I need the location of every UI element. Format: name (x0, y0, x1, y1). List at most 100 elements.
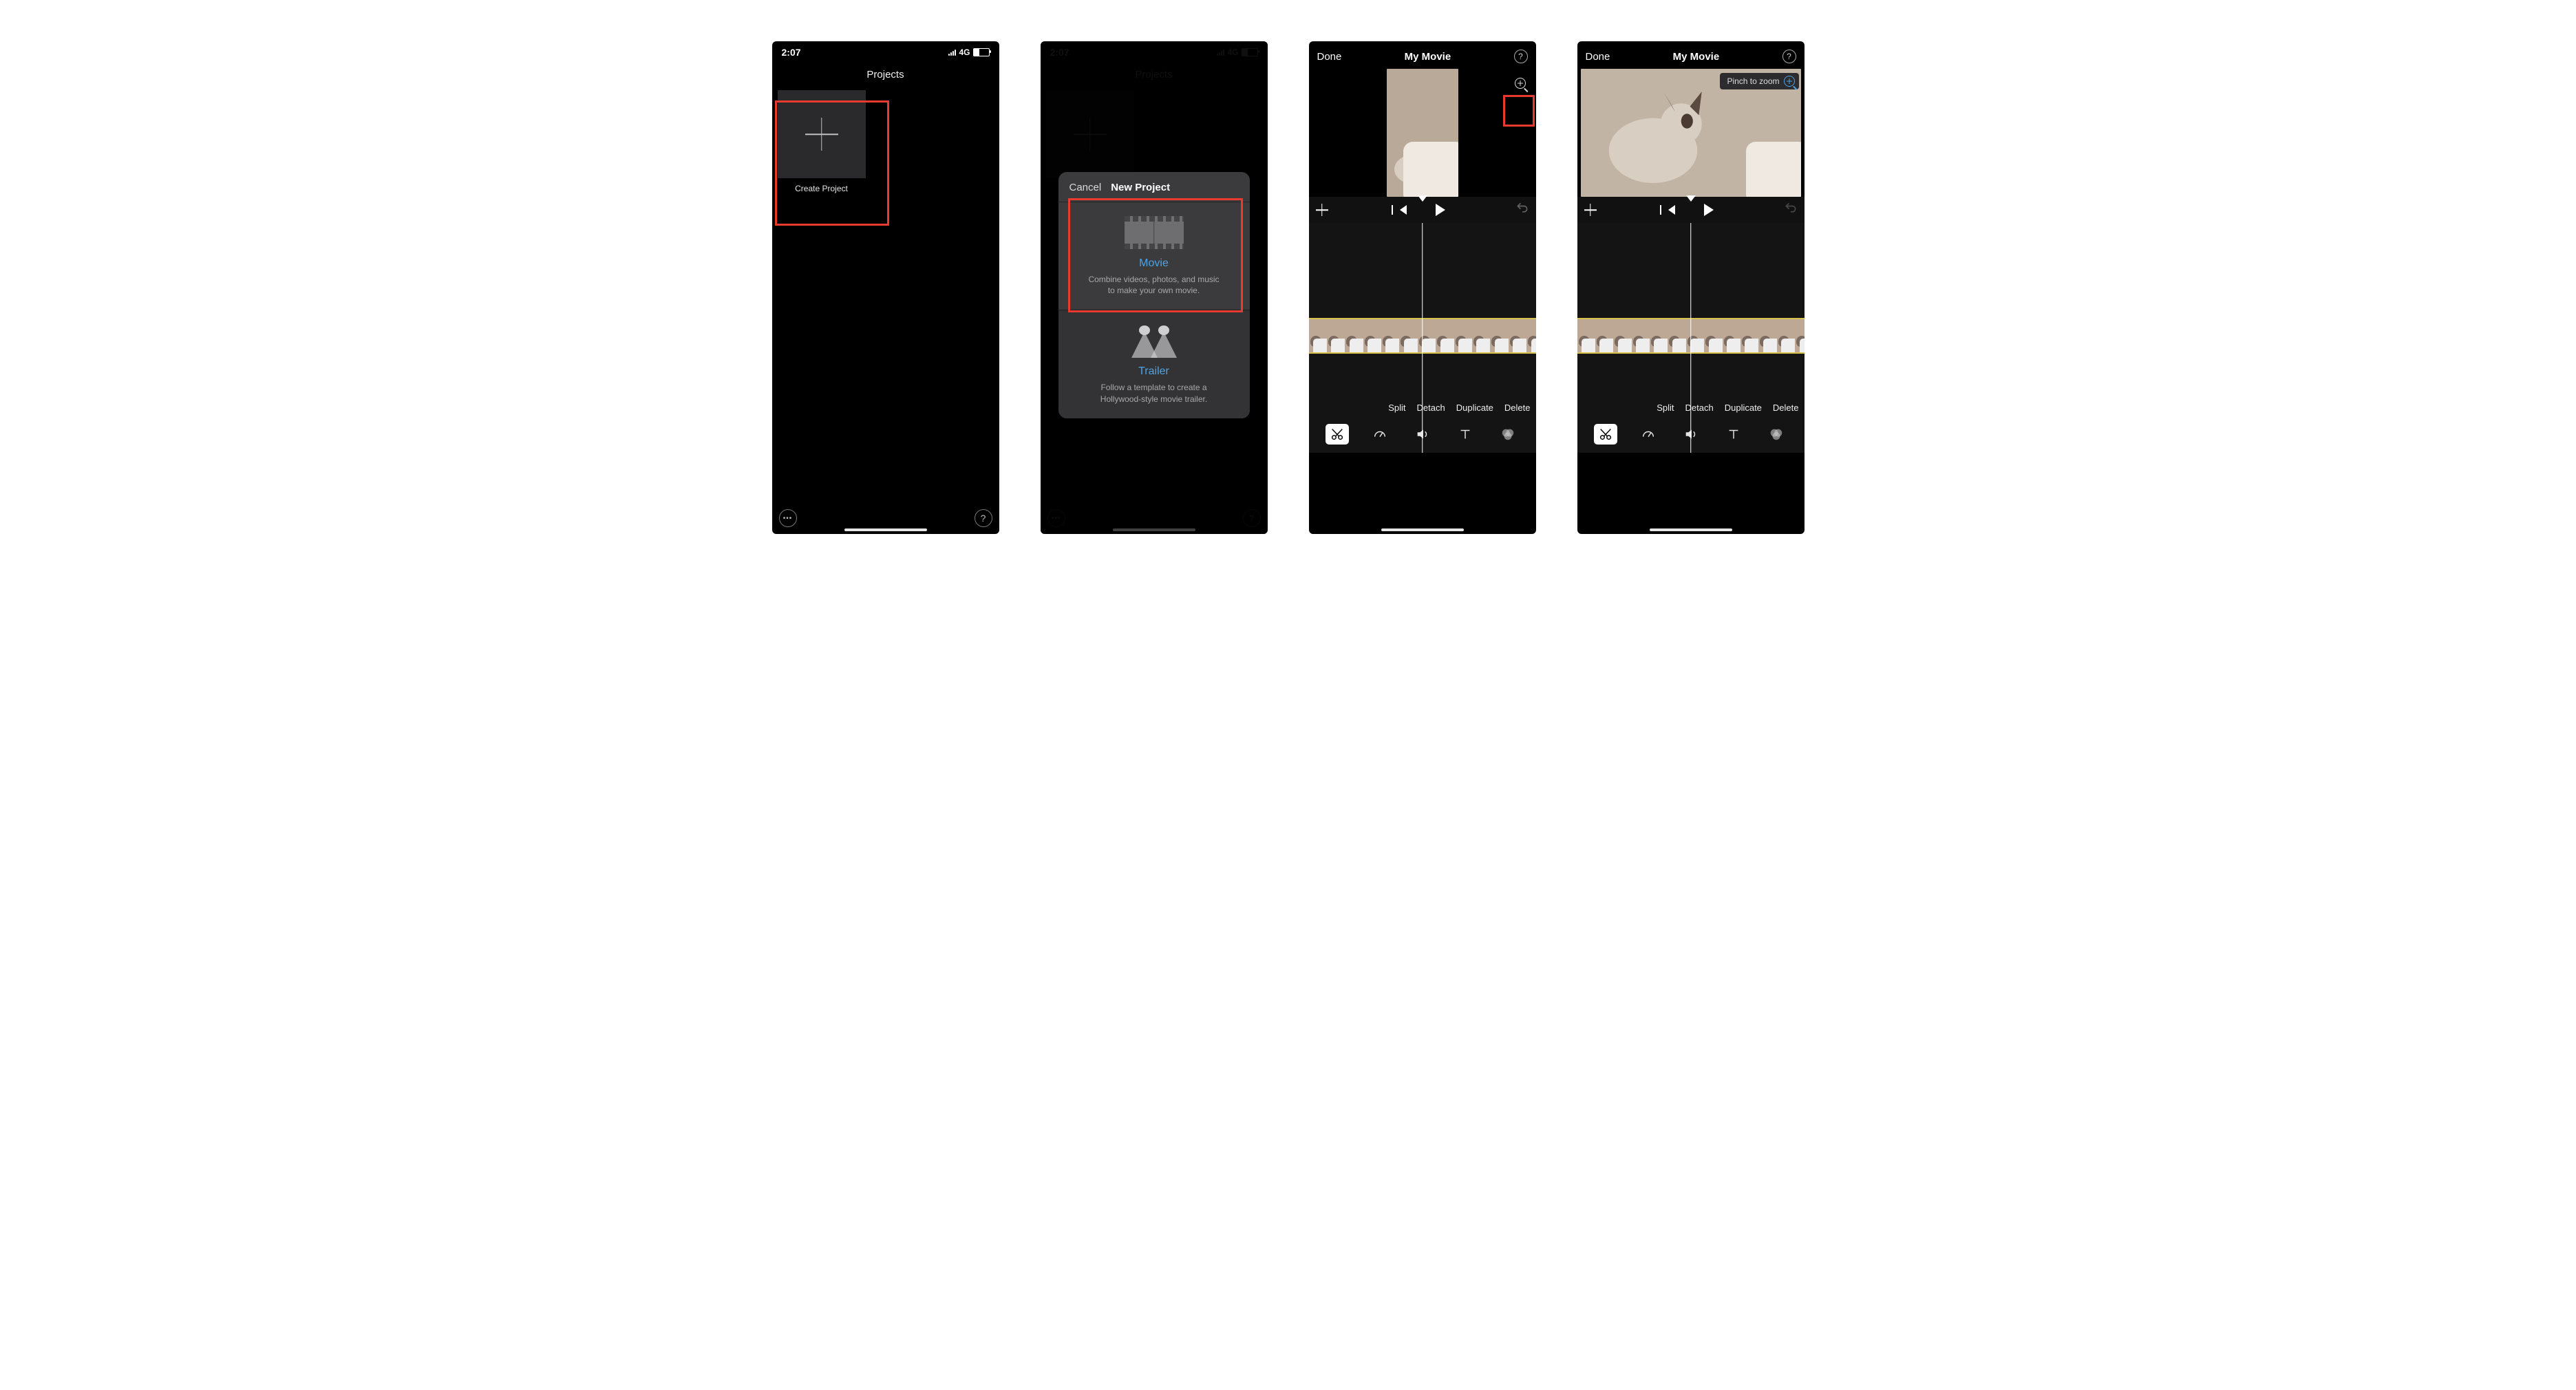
filters-tool[interactable] (1496, 424, 1520, 445)
playhead-marker-icon (1418, 195, 1427, 202)
timeline-thumb (1309, 319, 1327, 352)
tool-bar (1309, 424, 1536, 445)
tool-bar (1577, 424, 1805, 445)
help-button[interactable]: ? (975, 509, 992, 527)
split-button[interactable]: Split (1657, 403, 1674, 413)
timeline-thumb (1490, 319, 1508, 352)
sheet-title: New Project (1111, 182, 1170, 193)
battery-icon (973, 48, 990, 56)
editor-nav: Done My Movie ? (1577, 41, 1805, 69)
detach-button[interactable]: Detach (1685, 403, 1714, 413)
volume-tool[interactable] (1411, 424, 1434, 445)
create-project-label: Create Project (778, 184, 866, 193)
timeline-thumb (1577, 319, 1595, 352)
timeline-thumb (1363, 319, 1381, 352)
option-movie-desc: Combine videos, photos, and music to mak… (1085, 274, 1223, 296)
video-preview[interactable]: Pinch to zoom (1577, 69, 1805, 197)
filmstrip-icon (1072, 215, 1236, 250)
duplicate-button[interactable]: Duplicate (1456, 403, 1493, 413)
pinch-to-zoom-tooltip: Pinch to zoom (1720, 73, 1798, 89)
home-indicator (1650, 528, 1732, 531)
editor-nav: Done My Movie ? (1309, 41, 1536, 69)
option-trailer-desc: Follow a template to create a Hollywood-… (1085, 382, 1223, 404)
speed-tool[interactable] (1637, 424, 1660, 445)
titles-tool[interactable] (1454, 424, 1477, 445)
delete-button[interactable]: Delete (1773, 403, 1799, 413)
timeline-thumb (1632, 319, 1650, 352)
option-trailer-title: Trailer (1072, 365, 1236, 378)
timeline[interactable]: Split Detach Duplicate Delete (1577, 223, 1805, 453)
clip-actions: Split Detach Duplicate Delete (1388, 403, 1530, 413)
option-movie[interactable]: Movie Combine videos, photos, and music … (1058, 202, 1250, 310)
timeline-thumb (1381, 319, 1399, 352)
create-project-tile[interactable]: Create Project (772, 90, 871, 193)
help-button[interactable]: ? (1782, 50, 1796, 63)
timeline-thumb (1509, 319, 1526, 352)
timeline-thumb (1777, 319, 1795, 352)
play-button[interactable] (1704, 204, 1714, 216)
speed-tool[interactable] (1368, 424, 1392, 445)
signal-icon (948, 49, 956, 56)
clip-actions: Split Detach Duplicate Delete (1657, 403, 1798, 413)
done-button[interactable]: Done (1586, 51, 1610, 63)
timeline-thumb (1795, 319, 1804, 352)
zoom-icon[interactable] (1784, 76, 1795, 87)
pinch-tip-label: Pinch to zoom (1727, 76, 1779, 86)
help-button[interactable]: ? (1514, 50, 1528, 63)
timeline-thumb (1399, 319, 1417, 352)
timeline-thumb (1418, 319, 1436, 352)
timeline-thumb (1454, 319, 1472, 352)
status-right: 4G (948, 47, 989, 57)
timeline-thumb (1327, 319, 1345, 352)
timeline-thumb (1526, 319, 1535, 352)
transport-bar (1309, 197, 1536, 223)
new-project-sheet: Cancel New Project Movie Combine videos,… (1058, 172, 1250, 418)
skip-start-button[interactable] (1400, 205, 1407, 215)
timeline-thumb (1758, 319, 1776, 352)
timeline-thumb (1704, 319, 1722, 352)
timeline-thumb (1686, 319, 1704, 352)
undo-button[interactable] (1784, 201, 1798, 219)
clip-strip[interactable] (1577, 318, 1805, 354)
volume-tool[interactable] (1679, 424, 1703, 445)
home-indicator (844, 528, 927, 531)
timeline-thumb (1472, 319, 1490, 352)
page-title: Projects (772, 59, 999, 90)
cancel-button[interactable]: Cancel (1069, 182, 1102, 193)
screen-editor-zoom: Done My Movie ? 15.6s Split Detach Dupli… (1309, 41, 1536, 534)
preview-frame (1387, 69, 1458, 197)
network-label: 4G (959, 47, 970, 57)
zoom-button[interactable] (1510, 73, 1531, 94)
play-button[interactable] (1436, 204, 1445, 216)
filters-tool[interactable] (1765, 424, 1788, 445)
video-preview[interactable]: 15.6s (1309, 69, 1536, 197)
timeline-thumb (1723, 319, 1741, 352)
done-button[interactable]: Done (1317, 51, 1342, 63)
detach-button[interactable]: Detach (1417, 403, 1445, 413)
timeline-thumb (1668, 319, 1685, 352)
spotlight-icon (1072, 323, 1236, 359)
add-media-button[interactable] (1316, 204, 1328, 216)
add-media-button[interactable] (1584, 204, 1597, 216)
skip-start-button[interactable] (1668, 205, 1675, 215)
timeline-thumb (1650, 319, 1668, 352)
clip-strip[interactable] (1309, 318, 1536, 354)
playhead-marker-icon (1686, 195, 1696, 202)
option-movie-title: Movie (1072, 257, 1236, 270)
cut-tool[interactable] (1594, 424, 1617, 445)
undo-button[interactable] (1515, 201, 1529, 219)
duplicate-button[interactable]: Duplicate (1725, 403, 1762, 413)
option-trailer[interactable]: Trailer Follow a template to create a Ho… (1058, 310, 1250, 418)
bottom-dock: ••• ? (772, 509, 999, 527)
cut-tool[interactable] (1326, 424, 1349, 445)
timeline-thumb (1345, 319, 1363, 352)
screen-new-project-sheet: 2:07 4G Projects Create Project Cancel N… (1041, 41, 1268, 534)
timeline[interactable]: Split Detach Duplicate Delete (1309, 223, 1536, 453)
project-title: My Movie (1405, 51, 1451, 63)
delete-button[interactable]: Delete (1504, 403, 1531, 413)
split-button[interactable]: Split (1388, 403, 1405, 413)
titles-tool[interactable] (1722, 424, 1745, 445)
status-bar: 2:07 4G (772, 41, 999, 59)
timeline-thumb (1595, 319, 1613, 352)
more-button[interactable]: ••• (779, 509, 797, 527)
